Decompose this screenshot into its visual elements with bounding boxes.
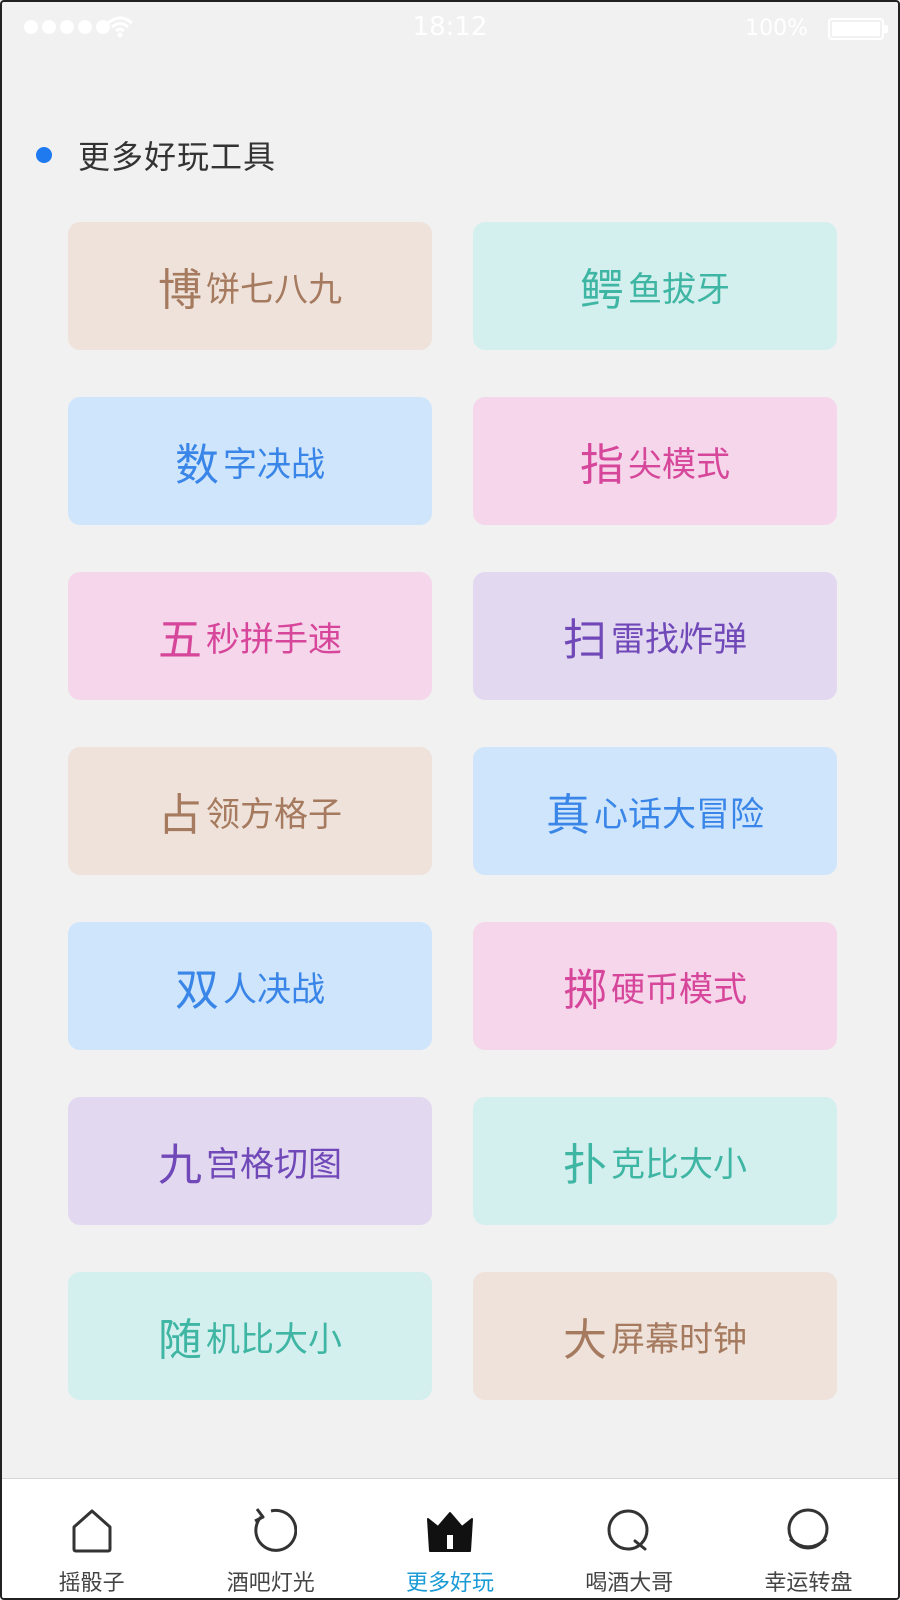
section-bullet-icon: [36, 147, 52, 163]
spinner-icon: [787, 1508, 829, 1550]
tool-first-char: 掷: [563, 965, 607, 1016]
tool-grid: 博饼七八九 鳄鱼拔牙 数字决战 指尖模式 五秒拼手速 扫雷找炸弹 占领方格子 真…: [68, 222, 838, 1400]
tab-lucky-wheel[interactable]: 幸运转盘: [719, 1479, 898, 1598]
tool-button[interactable]: 九宫格切图: [68, 1097, 432, 1225]
tool-button[interactable]: 掷硬币模式: [473, 922, 837, 1050]
tab-label: 更多好玩: [406, 1571, 495, 1596]
battery-percent: 100%: [745, 16, 808, 41]
tab-label: 酒吧灯光: [226, 1571, 315, 1596]
tool-button[interactable]: 指尖模式: [473, 397, 837, 525]
tool-rest-label: 硬币模式: [611, 969, 747, 1010]
tool-rest-label: 雷找炸弹: [611, 619, 747, 660]
tool-rest-label: 屏幕时钟: [611, 1319, 747, 1360]
tool-first-char: 博: [158, 265, 202, 316]
tool-button[interactable]: 数字决战: [68, 397, 432, 525]
tool-button[interactable]: 五秒拼手速: [68, 572, 432, 700]
tab-bar-lights[interactable]: 酒吧灯光: [181, 1479, 360, 1598]
tool-button[interactable]: 随机比大小: [68, 1272, 432, 1400]
tab-label: 幸运转盘: [764, 1571, 853, 1596]
tool-first-char: 双: [175, 965, 219, 1016]
tool-first-char: 指: [580, 440, 624, 491]
tool-rest-label: 饼七八九: [206, 269, 342, 310]
tool-button[interactable]: 大屏幕时钟: [473, 1272, 837, 1400]
status-bar: 18:12 100%: [2, 2, 898, 54]
search-circle-icon: [607, 1509, 649, 1551]
tool-rest-label: 鱼拔牙: [628, 269, 730, 310]
tool-rest-label: 克比大小: [611, 1144, 747, 1185]
refresh-circle-icon: [254, 1508, 297, 1552]
tool-rest-label: 宫格切图: [206, 1144, 342, 1185]
tool-button[interactable]: 扫雷找炸弹: [473, 572, 837, 700]
tool-first-char: 随: [158, 1315, 202, 1366]
tool-button[interactable]: 占领方格子: [68, 747, 432, 875]
tool-first-char: 扑: [563, 1140, 607, 1191]
tool-button[interactable]: 双人决战: [68, 922, 432, 1050]
tab-more-fun[interactable]: 更多好玩: [360, 1479, 539, 1598]
tool-rest-label: 领方格子: [206, 794, 342, 835]
tool-first-char: 扫: [563, 615, 607, 666]
tool-rest-label: 秒拼手速: [206, 619, 342, 660]
tool-rest-label: 字决战: [223, 444, 325, 485]
section-header: 更多好玩工具: [36, 132, 276, 178]
tool-first-char: 大: [563, 1315, 607, 1366]
tool-rest-label: 尖模式: [628, 444, 730, 485]
tab-dice[interactable]: 摇骰子: [2, 1479, 181, 1598]
tool-rest-label: 机比大小: [206, 1319, 342, 1360]
tool-first-char: 真: [546, 790, 590, 841]
tool-first-char: 占: [158, 790, 202, 841]
tool-button[interactable]: 博饼七八九: [68, 222, 432, 350]
tool-rest-label: 人决战: [223, 969, 325, 1010]
tab-label: 喝酒大哥: [585, 1571, 674, 1596]
tool-first-char: 鳄: [580, 265, 624, 316]
house-icon: [72, 1509, 112, 1553]
bottom-tab-bar: 摇骰子 酒吧灯光 更多好玩 喝酒大哥 幸运转盘: [2, 1478, 898, 1598]
tool-first-char: 五: [158, 615, 202, 666]
tab-drinking-bro[interactable]: 喝酒大哥: [540, 1479, 719, 1598]
tool-first-char: 数: [175, 440, 219, 491]
tool-rest-label: 心话大冒险: [594, 794, 764, 835]
section-title: 更多好玩工具: [78, 138, 277, 176]
app-frame: 18:12 100% 更多好玩工具 博饼七八九 鳄鱼拔牙 数字决战 指尖模式 五…: [0, 0, 900, 1600]
tool-first-char: 九: [158, 1140, 202, 1191]
tool-button[interactable]: 鳄鱼拔牙: [473, 222, 837, 350]
tab-label: 摇骰子: [58, 1571, 125, 1596]
tool-button[interactable]: 真心话大冒险: [473, 747, 837, 875]
crown-icon: [427, 1512, 473, 1552]
tool-button[interactable]: 扑克比大小: [473, 1097, 837, 1225]
battery-icon: [828, 18, 888, 40]
